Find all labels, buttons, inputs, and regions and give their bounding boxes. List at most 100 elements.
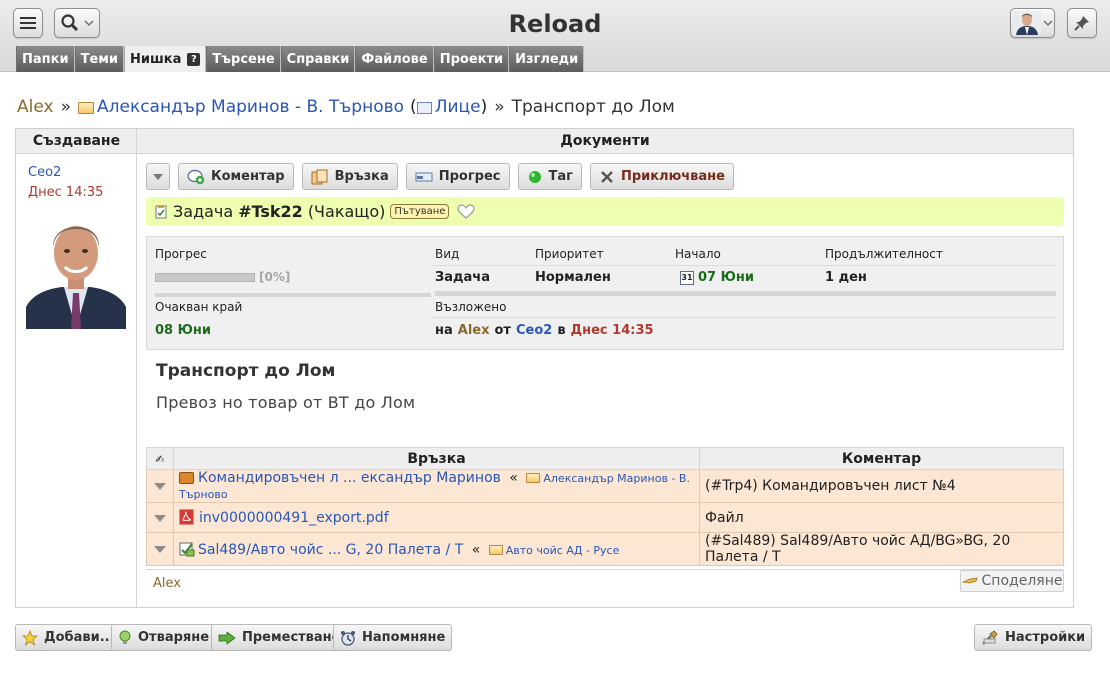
help-icon[interactable]: ?: [187, 52, 201, 66]
tag-badge[interactable]: Пътуване: [390, 204, 450, 219]
task-status: (Чакащо): [307, 202, 386, 221]
move-button[interactable]: Преместване: [211, 624, 348, 651]
relation-link[interactable]: inv0000000491_export.pdf: [199, 510, 389, 526]
table-row: Sal489/Авто чойс ... G, 20 Палета / Т « …: [146, 532, 1064, 566]
row-menu-button[interactable]: [146, 532, 174, 566]
link-column-header: Връзка: [173, 447, 700, 470]
assigned-value: на Alex от Ceo2 в Днес 14:35: [435, 323, 654, 338]
finish-button[interactable]: Приключване: [589, 163, 734, 190]
task-icon: [155, 204, 167, 218]
breadcrumb-paren-open: (: [410, 97, 417, 117]
row-menu-button[interactable]: [146, 469, 174, 503]
relation-comment: (#Trp4) Командировъчен лист №4: [699, 469, 1064, 503]
chevron-down-icon: [154, 514, 166, 522]
open-button[interactable]: Отваряне: [111, 624, 217, 651]
task-title: Транспорт до Лом: [156, 361, 336, 381]
comment-column-header: Коментар: [699, 447, 1064, 470]
progress-button[interactable]: Прогрес: [405, 163, 510, 190]
breadcrumb-folder-link[interactable]: Александър Маринов - В. Търново: [97, 97, 404, 117]
progress-icon: [415, 172, 433, 181]
share-button[interactable]: Споделяне: [960, 570, 1064, 592]
remind-button[interactable]: Напомняне: [333, 624, 453, 651]
tools-icon: [982, 629, 998, 645]
documents-column-header: Документи: [560, 133, 650, 149]
pdf-icon: [179, 509, 194, 525]
breadcrumb-separator: »: [494, 97, 505, 117]
pin-icon: [1074, 16, 1089, 31]
star-icon: [22, 629, 38, 646]
assigned-label: Възложено: [435, 300, 507, 314]
folder-icon: [77, 102, 94, 114]
tab-search[interactable]: Търсене: [206, 46, 281, 72]
breadcrumb-current: Транспорт до Лом: [511, 97, 675, 117]
tab-files[interactable]: Файлове: [355, 46, 434, 72]
add-button[interactable]: Добави...: [15, 624, 122, 651]
task-header: Задача #Tsk22 (Чакащо) Пътуване: [146, 197, 1064, 226]
comment-add-icon: [187, 169, 205, 184]
expected-end-value: 08 Юни: [155, 323, 211, 338]
progress-bar: [155, 273, 255, 282]
folder-icon: [488, 544, 503, 555]
priority-value: Нормален: [535, 270, 611, 285]
priority-label: Приоритет: [535, 247, 604, 261]
relation-folder-link[interactable]: Авто чойс АД - Русе: [506, 544, 620, 557]
sale-icon: [179, 542, 195, 556]
user-menu-button[interactable]: [1010, 8, 1055, 38]
heart-icon[interactable]: [457, 203, 476, 220]
table-row: inv0000000491_export.pdf Файл: [146, 502, 1064, 533]
breadcrumb-type-link[interactable]: Лице: [435, 97, 481, 117]
assigner-link[interactable]: Ceo2: [516, 323, 552, 338]
chevron-down-icon: [154, 546, 166, 553]
task-type: Задача: [173, 202, 234, 221]
start-label: Начало: [675, 247, 721, 261]
lightbulb-icon: [119, 630, 131, 644]
tag-button[interactable]: Таг: [517, 163, 582, 190]
assignee-link[interactable]: Alex: [458, 323, 490, 338]
tab-topics[interactable]: Теми: [74, 46, 124, 72]
breadcrumb-separator: »: [60, 97, 71, 117]
relation-link[interactable]: Командировъчен л ... ександър Маринов: [198, 470, 501, 486]
pin-button[interactable]: [1067, 8, 1097, 38]
edit-icon[interactable]: ✍: [155, 453, 164, 466]
start-value: 31 07 Юни: [680, 270, 754, 285]
chevron-down-icon: [153, 173, 163, 180]
green-dot-icon: [528, 170, 541, 183]
chevron-down-icon: [1043, 20, 1052, 26]
task-id: #Tsk22: [238, 202, 303, 221]
calendar-icon: 31: [680, 270, 694, 285]
contact-card-icon: [416, 102, 432, 114]
document-panel: Създаване Документи Ceo2 Днес 14:35 Коме…: [15, 128, 1074, 608]
relation-link[interactable]: Sal489/Авто чойс ... G, 20 Палета / Т: [198, 542, 463, 558]
table-row: Командировъчен л ... ександър Маринов « …: [146, 469, 1064, 503]
tab-thread[interactable]: Нишка?: [124, 46, 207, 72]
footer-user-link[interactable]: Alex: [153, 576, 181, 591]
relation-cell: inv0000000491_export.pdf: [173, 502, 700, 533]
row-menu-button[interactable]: [146, 502, 174, 533]
tab-views[interactable]: Изгледи: [509, 46, 585, 72]
tab-projects[interactable]: Проекти: [433, 46, 510, 72]
alarm-clock-icon: [341, 630, 355, 646]
tab-folders[interactable]: Папки: [16, 46, 75, 72]
folder-icon: [526, 473, 541, 483]
settings-button[interactable]: Настройки: [974, 624, 1093, 651]
column-header-row: Създаване Документи: [16, 129, 1073, 154]
main-tabs: Папки Теми Нишка? Търсене Справки Файлов…: [16, 46, 585, 72]
progress-label: Прогрес: [155, 247, 207, 261]
briefcase-icon: [179, 472, 194, 484]
kind-value: Задача: [435, 270, 490, 285]
duration-value: 1 ден: [825, 270, 867, 285]
divider: [432, 265, 1056, 266]
edit-column-header: ✍: [146, 447, 174, 470]
creator-name[interactable]: Ceo2: [28, 165, 61, 180]
comment-button[interactable]: Коментар: [178, 163, 294, 190]
duration-label: Продължителност: [825, 247, 943, 261]
chevron-down-icon: [154, 483, 166, 490]
relation-cell: Командировъчен л ... ександър Маринов « …: [173, 469, 700, 503]
tab-reports[interactable]: Справки: [280, 46, 356, 72]
arrow-right-icon: [218, 630, 236, 645]
relation-button[interactable]: Връзка: [301, 163, 398, 190]
breadcrumb: Alex » Александър Маринов - В. Търново (…: [17, 96, 675, 118]
actions-dropdown-button[interactable]: [146, 163, 170, 190]
breadcrumb-user-link[interactable]: Alex: [17, 97, 54, 117]
breadcrumb-paren-close: ): [480, 97, 488, 117]
